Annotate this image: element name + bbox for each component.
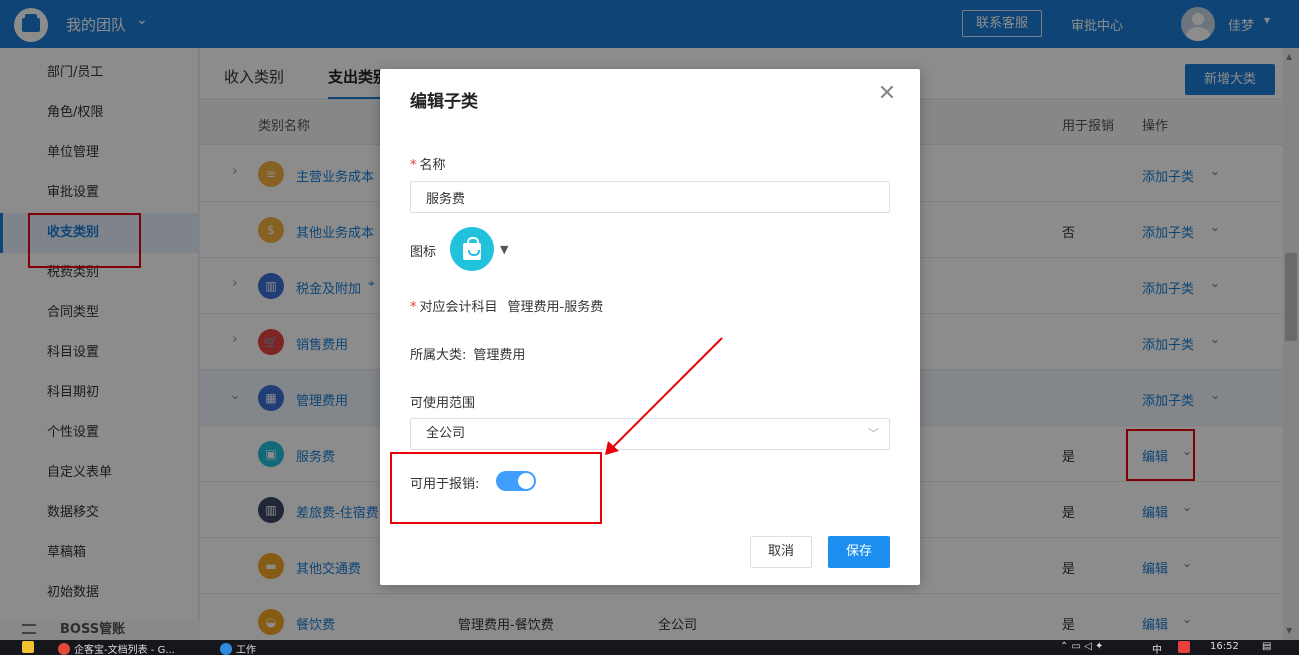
security-app-icon[interactable] — [1178, 641, 1194, 654]
clock: 16:52 — [1210, 641, 1239, 652]
name-field-label: * 名称 — [410, 158, 446, 173]
cancel-button[interactable]: 取消 — [750, 536, 812, 568]
save-button[interactable]: 保存 — [828, 536, 890, 568]
taskbar-browser-item[interactable]: 企客宝-文档列表 - G... — [58, 641, 175, 655]
ime-indicator[interactable]: 中 — [1152, 641, 1162, 655]
parent-category-value: 管理费用 — [473, 348, 526, 363]
caret-down-icon[interactable]: ▼ — [500, 243, 508, 256]
chevron-down-icon: ﹀ — [868, 427, 879, 440]
required-mark: * — [410, 158, 417, 173]
account-subject-value: 管理费用-服务费 — [507, 300, 604, 315]
parent-category-field: 所属大类: 管理费用 — [410, 348, 526, 363]
name-input[interactable] — [410, 181, 890, 213]
icon-field-label: 图标 — [410, 245, 437, 260]
os-taskbar: 企客宝-文档列表 - G... 工作 ⌃ ▭ ◁ ✦ 中 16:52 ▤ — [0, 640, 1299, 655]
annotation-box-toggle — [390, 452, 602, 524]
taskbar-work-item[interactable]: 工作 — [220, 641, 256, 655]
tray-icons: ⌃ ▭ ◁ ✦ — [1060, 641, 1104, 652]
account-subject-field: * 对应会计科目 管理费用-服务费 — [410, 300, 604, 315]
dialog-title: 编辑子类 — [410, 92, 478, 112]
scope-select[interactable]: 全公司 ﹀ — [410, 418, 890, 450]
folder-icon[interactable] — [22, 641, 38, 654]
scope-field-label: 可使用范围 — [410, 396, 476, 411]
required-mark: * — [410, 300, 417, 315]
close-icon[interactable]: ✕ — [874, 81, 900, 107]
shopping-bag-icon[interactable] — [450, 227, 494, 271]
scope-select-value: 全公司 — [426, 426, 466, 441]
notification-icon[interactable]: ▤ — [1262, 641, 1271, 652]
